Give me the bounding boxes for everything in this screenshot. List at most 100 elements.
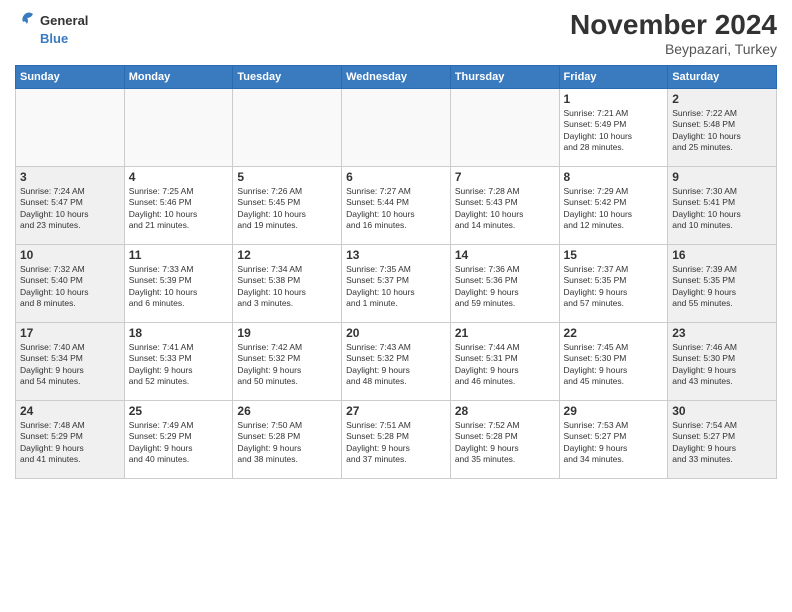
day-info: Sunrise: 7:54 AM Sunset: 5:27 PM Dayligh… bbox=[672, 420, 772, 466]
weekday-row: SundayMondayTuesdayWednesdayThursdayFrid… bbox=[16, 65, 777, 88]
calendar-cell: 30 Sunrise: 7:54 AM Sunset: 5:27 PM Dayli… bbox=[668, 400, 777, 478]
header-row: General Blue November 2024 Beypazari, Tu… bbox=[15, 10, 777, 57]
calendar-table: SundayMondayTuesdayWednesdayThursdayFrid… bbox=[15, 65, 777, 479]
day-number: 17 bbox=[20, 326, 120, 340]
day-number: 22 bbox=[564, 326, 664, 340]
day-number: 3 bbox=[20, 170, 120, 184]
day-number: 1 bbox=[564, 92, 664, 106]
day-number: 8 bbox=[564, 170, 664, 184]
day-info: Sunrise: 7:43 AM Sunset: 5:32 PM Dayligh… bbox=[346, 342, 446, 388]
day-info: Sunrise: 7:51 AM Sunset: 5:28 PM Dayligh… bbox=[346, 420, 446, 466]
day-number: 28 bbox=[455, 404, 555, 418]
title-block: November 2024 Beypazari, Turkey bbox=[570, 10, 777, 57]
month-title: November 2024 bbox=[570, 10, 777, 41]
calendar-cell: 29 Sunrise: 7:53 AM Sunset: 5:27 PM Dayli… bbox=[559, 400, 668, 478]
day-info: Sunrise: 7:45 AM Sunset: 5:30 PM Dayligh… bbox=[564, 342, 664, 388]
day-info: Sunrise: 7:29 AM Sunset: 5:42 PM Dayligh… bbox=[564, 186, 664, 232]
calendar-cell: 24Sunrise: 7:48 AM Sunset: 5:29 PM Dayli… bbox=[16, 400, 125, 478]
calendar-week-row: 1 Sunrise: 7:21 AM Sunset: 5:49 PM Daylig… bbox=[16, 88, 777, 166]
calendar-cell: 18 Sunrise: 7:41 AM Sunset: 5:33 PM Dayli… bbox=[124, 322, 233, 400]
calendar-cell: 22 Sunrise: 7:45 AM Sunset: 5:30 PM Dayli… bbox=[559, 322, 668, 400]
day-info: Sunrise: 7:53 AM Sunset: 5:27 PM Dayligh… bbox=[564, 420, 664, 466]
calendar-cell: 14 Sunrise: 7:36 AM Sunset: 5:36 PM Dayli… bbox=[450, 244, 559, 322]
day-number: 10 bbox=[20, 248, 120, 262]
weekday-header: Thursday bbox=[450, 65, 559, 88]
day-info: Sunrise: 7:52 AM Sunset: 5:28 PM Dayligh… bbox=[455, 420, 555, 466]
day-number: 15 bbox=[564, 248, 664, 262]
day-number: 30 bbox=[672, 404, 772, 418]
day-info: Sunrise: 7:25 AM Sunset: 5:46 PM Dayligh… bbox=[129, 186, 229, 232]
weekday-header: Friday bbox=[559, 65, 668, 88]
day-number: 12 bbox=[237, 248, 337, 262]
weekday-header: Tuesday bbox=[233, 65, 342, 88]
calendar-cell: 17 Sunrise: 7:40 AM Sunset: 5:34 PM Dayli… bbox=[16, 322, 125, 400]
calendar-cell: 11Sunrise: 7:33 AM Sunset: 5:39 PM Dayli… bbox=[124, 244, 233, 322]
day-info: Sunrise: 7:46 AM Sunset: 5:30 PM Dayligh… bbox=[672, 342, 772, 388]
day-number: 23 bbox=[672, 326, 772, 340]
day-info: Sunrise: 7:42 AM Sunset: 5:32 PM Dayligh… bbox=[237, 342, 337, 388]
day-number: 19 bbox=[237, 326, 337, 340]
day-info: Sunrise: 7:44 AM Sunset: 5:31 PM Dayligh… bbox=[455, 342, 555, 388]
day-info: Sunrise: 7:33 AM Sunset: 5:39 PM Dayligh… bbox=[129, 264, 229, 310]
day-info: Sunrise: 7:41 AM Sunset: 5:33 PM Dayligh… bbox=[129, 342, 229, 388]
calendar-cell: 16Sunrise: 7:39 AM Sunset: 5:35 PM Dayli… bbox=[668, 244, 777, 322]
calendar-cell: 12 Sunrise: 7:34 AM Sunset: 5:38 PM Dayli… bbox=[233, 244, 342, 322]
calendar-cell: 5 Sunrise: 7:26 AM Sunset: 5:45 PM Daylig… bbox=[233, 166, 342, 244]
day-info: Sunrise: 7:30 AM Sunset: 5:41 PM Dayligh… bbox=[672, 186, 772, 232]
weekday-header: Saturday bbox=[668, 65, 777, 88]
calendar-cell bbox=[233, 88, 342, 166]
day-number: 5 bbox=[237, 170, 337, 184]
calendar-cell: 9 Sunrise: 7:30 AM Sunset: 5:41 PM Daylig… bbox=[668, 166, 777, 244]
calendar-cell bbox=[450, 88, 559, 166]
calendar-cell: 27Sunrise: 7:51 AM Sunset: 5:28 PM Dayli… bbox=[342, 400, 451, 478]
day-number: 20 bbox=[346, 326, 446, 340]
calendar-week-row: 3Sunrise: 7:24 AM Sunset: 5:47 PM Daylig… bbox=[16, 166, 777, 244]
weekday-header: Sunday bbox=[16, 65, 125, 88]
day-number: 7 bbox=[455, 170, 555, 184]
day-number: 25 bbox=[129, 404, 229, 418]
calendar-cell bbox=[342, 88, 451, 166]
calendar-header: SundayMondayTuesdayWednesdayThursdayFrid… bbox=[16, 65, 777, 88]
day-number: 4 bbox=[129, 170, 229, 184]
weekday-header: Wednesday bbox=[342, 65, 451, 88]
day-info: Sunrise: 7:49 AM Sunset: 5:29 PM Dayligh… bbox=[129, 420, 229, 466]
calendar-cell: 2 Sunrise: 7:22 AM Sunset: 5:48 PM Daylig… bbox=[668, 88, 777, 166]
day-number: 16 bbox=[672, 248, 772, 262]
day-info: Sunrise: 7:36 AM Sunset: 5:36 PM Dayligh… bbox=[455, 264, 555, 310]
day-number: 9 bbox=[672, 170, 772, 184]
calendar-body: 1 Sunrise: 7:21 AM Sunset: 5:49 PM Daylig… bbox=[16, 88, 777, 478]
calendar-cell: 7Sunrise: 7:28 AM Sunset: 5:43 PM Daylig… bbox=[450, 166, 559, 244]
day-info: Sunrise: 7:22 AM Sunset: 5:48 PM Dayligh… bbox=[672, 108, 772, 154]
day-info: Sunrise: 7:37 AM Sunset: 5:35 PM Dayligh… bbox=[564, 264, 664, 310]
day-info: Sunrise: 7:27 AM Sunset: 5:44 PM Dayligh… bbox=[346, 186, 446, 232]
calendar-cell bbox=[16, 88, 125, 166]
calendar-cell: 23 Sunrise: 7:46 AM Sunset: 5:30 PM Dayli… bbox=[668, 322, 777, 400]
calendar-cell: 28 Sunrise: 7:52 AM Sunset: 5:28 PM Dayli… bbox=[450, 400, 559, 478]
day-info: Sunrise: 7:35 AM Sunset: 5:37 PM Dayligh… bbox=[346, 264, 446, 310]
day-info: Sunrise: 7:34 AM Sunset: 5:38 PM Dayligh… bbox=[237, 264, 337, 310]
calendar-week-row: 17 Sunrise: 7:40 AM Sunset: 5:34 PM Dayli… bbox=[16, 322, 777, 400]
calendar-week-row: 24Sunrise: 7:48 AM Sunset: 5:29 PM Dayli… bbox=[16, 400, 777, 478]
day-info: Sunrise: 7:21 AM Sunset: 5:49 PM Dayligh… bbox=[564, 108, 664, 154]
calendar-cell: 20 Sunrise: 7:43 AM Sunset: 5:32 PM Dayli… bbox=[342, 322, 451, 400]
calendar-week-row: 10 Sunrise: 7:32 AM Sunset: 5:40 PM Dayli… bbox=[16, 244, 777, 322]
day-number: 26 bbox=[237, 404, 337, 418]
day-number: 18 bbox=[129, 326, 229, 340]
day-info: Sunrise: 7:40 AM Sunset: 5:34 PM Dayligh… bbox=[20, 342, 120, 388]
weekday-header: Monday bbox=[124, 65, 233, 88]
calendar-cell: 1 Sunrise: 7:21 AM Sunset: 5:49 PM Daylig… bbox=[559, 88, 668, 166]
day-info: Sunrise: 7:26 AM Sunset: 5:45 PM Dayligh… bbox=[237, 186, 337, 232]
calendar-cell: 4 Sunrise: 7:25 AM Sunset: 5:46 PM Daylig… bbox=[124, 166, 233, 244]
day-number: 6 bbox=[346, 170, 446, 184]
day-info: Sunrise: 7:32 AM Sunset: 5:40 PM Dayligh… bbox=[20, 264, 120, 310]
day-number: 29 bbox=[564, 404, 664, 418]
calendar-cell: 26Sunrise: 7:50 AM Sunset: 5:28 PM Dayli… bbox=[233, 400, 342, 478]
day-number: 14 bbox=[455, 248, 555, 262]
calendar-cell: 21Sunrise: 7:44 AM Sunset: 5:31 PM Dayli… bbox=[450, 322, 559, 400]
calendar-cell: 15 Sunrise: 7:37 AM Sunset: 5:35 PM Dayli… bbox=[559, 244, 668, 322]
page-container: General Blue November 2024 Beypazari, Tu… bbox=[0, 0, 792, 484]
calendar-cell: 13 Sunrise: 7:35 AM Sunset: 5:37 PM Dayli… bbox=[342, 244, 451, 322]
logo: General Blue bbox=[15, 10, 88, 46]
day-number: 13 bbox=[346, 248, 446, 262]
day-number: 2 bbox=[672, 92, 772, 106]
